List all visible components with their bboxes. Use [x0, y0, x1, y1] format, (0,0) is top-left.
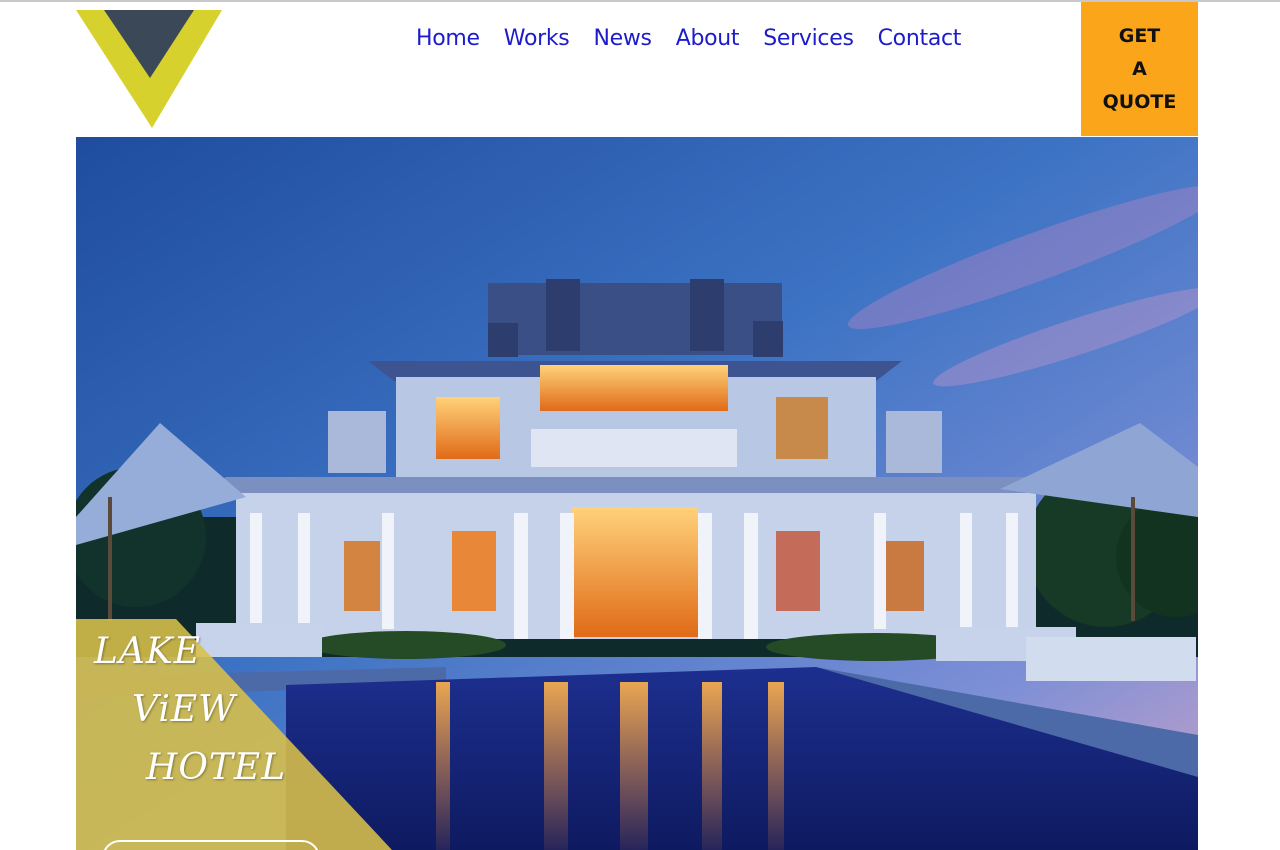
nav-contact[interactable]: Contact — [866, 25, 974, 53]
main-nav: Home Works News About Services Contact — [404, 25, 973, 53]
hero-cta-button[interactable] — [102, 840, 320, 850]
nav-home[interactable]: Home — [404, 25, 492, 53]
hero-image — [76, 137, 1198, 850]
nav-works[interactable]: Works — [492, 25, 582, 53]
nav-news[interactable]: News — [581, 25, 663, 53]
hero-banner: LAKE ViEW HOTEL — [76, 137, 1198, 850]
quote-line-1: GET — [1118, 24, 1161, 47]
nav-services[interactable]: Services — [751, 25, 865, 53]
get-a-quote-button[interactable]: GET A QUOTE — [1081, 2, 1198, 136]
nav-about[interactable]: About — [664, 25, 752, 53]
quote-line-3: QUOTE — [1102, 90, 1177, 113]
quote-line-2: A — [1132, 57, 1147, 80]
logo-icon[interactable] — [76, 8, 222, 130]
